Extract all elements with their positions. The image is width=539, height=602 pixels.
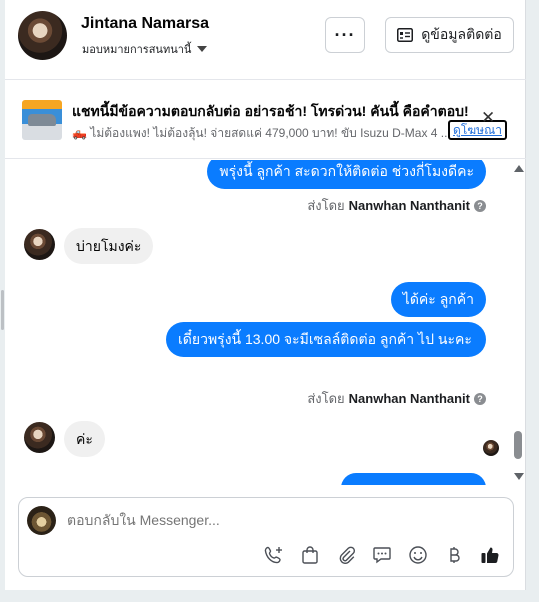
- ad-banner: แชทนี้มีข้อความตอบกลับต่อ อย่ารอช้า! โทร…: [5, 81, 526, 159]
- outgoing-message[interactable]: พรุ่งนี้ ลูกค้า สะดวกให้ติดต่อ ช่วงกี่โม…: [207, 160, 486, 189]
- ad-description: 🛻 ไม่ต้องแพง! ไม่ต้องลุ้น! จ่ายสดแค่ 479…: [72, 124, 448, 143]
- pickup-truck-image: [28, 114, 56, 126]
- page-avatar: [27, 506, 56, 535]
- scroll-down-icon[interactable]: [514, 473, 524, 480]
- contact-card-icon: [397, 28, 414, 42]
- caret-down-icon: [197, 46, 208, 52]
- assign-conversation-dropdown[interactable]: มอบหมายการสนทนานี้: [82, 40, 208, 58]
- message-composer: [18, 497, 514, 577]
- edge-scroll-handle[interactable]: [1, 290, 4, 330]
- help-icon[interactable]: ?: [474, 392, 486, 405]
- shopping-bag-icon[interactable]: [299, 544, 321, 566]
- view-ad-link[interactable]: ดูโฆษณา: [448, 120, 507, 140]
- outgoing-message-partial[interactable]: [341, 473, 486, 485]
- more-options-button[interactable]: ···: [325, 17, 365, 53]
- incoming-message[interactable]: บ่ายโมงค่ะ: [64, 228, 154, 264]
- outgoing-message[interactable]: เดี๋ยวพรุ่งนี้ 13.00 จะมีเซลล์ติดต่อ ลูก…: [166, 322, 486, 357]
- scroll-up-icon[interactable]: [514, 165, 524, 172]
- pickup-truck-icon: 🛻: [72, 126, 87, 140]
- ad-description-text: ไม่ต้องแพง! ไม่ต้องลุ้น! จ่ายสดแค่ 479,0…: [86, 126, 448, 140]
- sent-by-author: Nanwhan Nanthanit: [348, 391, 470, 406]
- sent-by-label: ส่งโดย Nanwhan Nanthanit ?: [307, 388, 486, 409]
- ad-title: แชทนี้มีข้อความตอบกลับต่อ อย่ารอช้า! โทร…: [72, 103, 469, 119]
- ad-thumbnail[interactable]: [22, 100, 62, 140]
- thumbs-up-icon[interactable]: [479, 544, 501, 566]
- close-icon[interactable]: ✕: [481, 109, 495, 126]
- assign-label: มอบหมายการสนทนานี้: [82, 44, 192, 56]
- baht-payment-icon[interactable]: [443, 544, 465, 566]
- sent-by-prefix: ส่งโดย: [307, 198, 345, 213]
- incoming-message[interactable]: ค่ะ: [64, 421, 105, 457]
- contact-avatar[interactable]: [18, 11, 67, 60]
- message-thread: พรุ่งนี้ ลูกค้า สะดวกให้ติดต่อ ช่วงกี่โม…: [5, 160, 526, 485]
- sent-by-label: ส่งโดย Nanwhan Nanthanit ?: [307, 195, 486, 216]
- conversation-header: Jintana Namarsa มอบหมายการสนทนานี้ ··· ด…: [5, 0, 526, 80]
- view-contact-info-button[interactable]: ดูข้อมูลติดต่อ: [385, 17, 514, 53]
- composer-toolbar: [263, 544, 501, 566]
- contact-name[interactable]: Jintana Namarsa: [81, 15, 209, 33]
- conversation-panel: Jintana Namarsa มอบหมายการสนทนานี้ ··· ด…: [5, 0, 526, 590]
- emoji-icon[interactable]: [407, 544, 429, 566]
- seen-receipt-avatar: [483, 440, 499, 456]
- call-add-icon[interactable]: [263, 544, 285, 566]
- reply-input[interactable]: [67, 512, 487, 528]
- outgoing-message[interactable]: ได้ค่ะ ลูกค้า: [390, 282, 486, 317]
- sent-by-author: Nanwhan Nanthanit: [348, 198, 470, 213]
- help-icon[interactable]: ?: [474, 199, 486, 212]
- saved-replies-icon[interactable]: [371, 544, 393, 566]
- scroll-thumb[interactable]: [514, 431, 522, 459]
- contact-avatar-small[interactable]: [24, 229, 55, 260]
- view-contact-info-label: ดูข้อมูลติดต่อ: [421, 26, 502, 42]
- paperclip-icon[interactable]: [335, 544, 357, 566]
- thread-scrollbar[interactable]: [510, 160, 526, 485]
- sent-by-prefix: ส่งโดย: [307, 391, 345, 406]
- contact-avatar-small[interactable]: [24, 422, 55, 453]
